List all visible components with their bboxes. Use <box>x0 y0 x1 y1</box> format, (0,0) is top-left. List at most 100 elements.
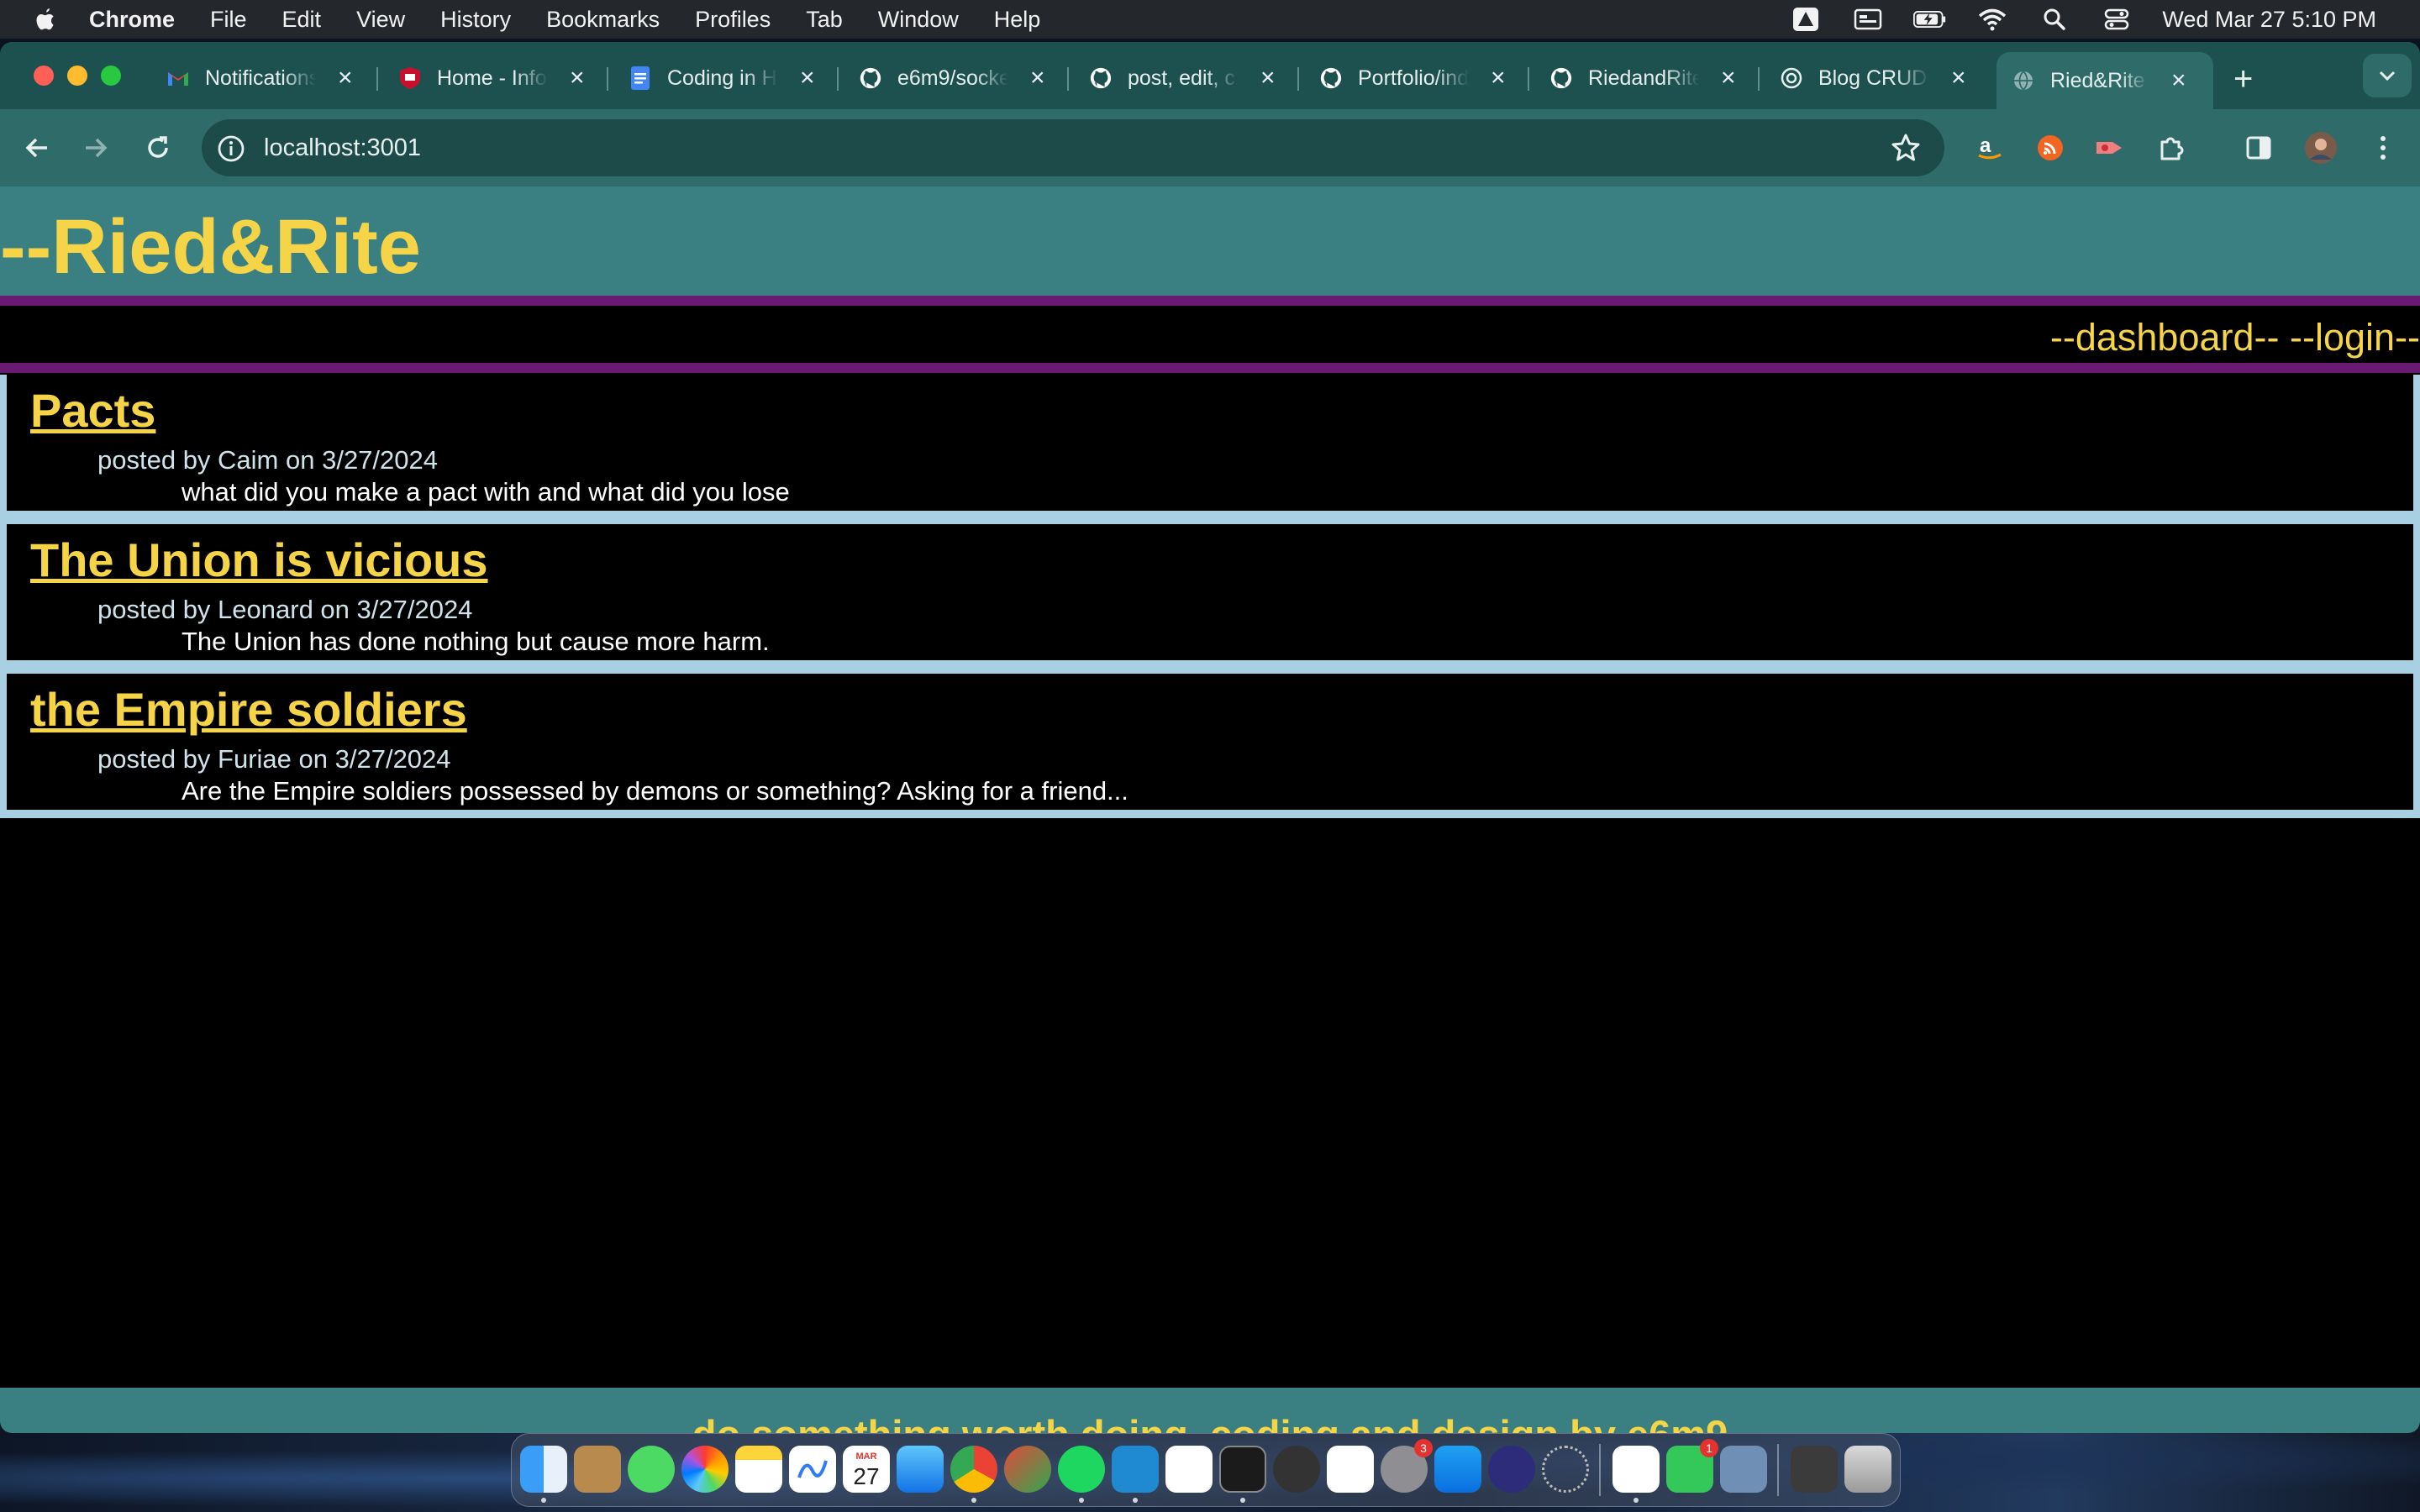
extensions-puzzle-icon[interactable] <box>2153 129 2190 166</box>
browser-toolbar: localhost:3001 a <box>0 109 2420 186</box>
new-tab-button[interactable]: + <box>2233 60 2253 98</box>
post-card: the Empire soldiers posted by Furiae on … <box>7 674 2413 810</box>
tab-github-sockets[interactable]: e6m9/sockets × <box>859 54 1045 102</box>
post-title-link[interactable]: The Union is vicious <box>30 533 488 587</box>
calendar-icon[interactable]: MAR 27 <box>843 1446 890 1493</box>
running-indicator <box>1240 1498 1245 1503</box>
game-icon[interactable] <box>1488 1446 1535 1493</box>
close-tab-icon[interactable]: × <box>338 64 353 92</box>
post-body: The Union has done nothing but cause mor… <box>182 627 770 656</box>
contacts-icon[interactable] <box>574 1446 621 1493</box>
tab-separator <box>376 67 378 91</box>
close-window-button[interactable] <box>34 66 54 86</box>
chrome-icon[interactable] <box>950 1446 997 1493</box>
wifi-icon[interactable] <box>1975 7 2009 32</box>
photos-icon[interactable] <box>681 1446 729 1493</box>
post-list: Pacts posted by Caim on 3/27/2024 what d… <box>0 375 2420 1006</box>
running-indicator <box>1079 1498 1084 1503</box>
menu-history[interactable]: History <box>440 7 511 33</box>
screen-icon[interactable] <box>1851 7 1885 32</box>
dock-separator <box>1599 1444 1601 1496</box>
mail-icon[interactable] <box>897 1446 944 1493</box>
footer-link[interactable]: do something worth doing. coding and des… <box>692 1411 1728 1433</box>
close-tab-icon[interactable]: × <box>800 64 815 92</box>
reminders-icon[interactable] <box>1327 1446 1374 1493</box>
video-extension-icon[interactable] <box>2091 129 2128 166</box>
close-tab-icon[interactable]: × <box>1030 64 1045 92</box>
spotlight-search-icon[interactable] <box>2038 7 2071 32</box>
address-bar[interactable]: localhost:3001 <box>202 119 1944 176</box>
drive-icon[interactable] <box>1789 7 1823 32</box>
close-tab-icon[interactable]: × <box>2171 66 2186 95</box>
site-nav: --dashboard-- --login-- <box>0 296 2420 373</box>
notes-icon[interactable] <box>735 1446 782 1493</box>
zoom-window-button[interactable] <box>101 66 121 86</box>
apple-menu-icon[interactable] <box>34 7 57 32</box>
side-panel-icon[interactable] <box>2240 129 2277 166</box>
site-title[interactable]: --Ried&Rite <box>0 203 421 291</box>
nav-links[interactable]: --dashboard-- --login-- <box>2050 316 2420 360</box>
tab-github-portfolio[interactable]: Portfolio/ind × <box>1319 54 1506 102</box>
facetime-badge: 1 <box>1700 1439 1718 1457</box>
tab-strip: Notifications × Home - Info × Coding in … <box>0 42 2420 109</box>
post-title-link[interactable]: the Empire soldiers <box>30 682 467 737</box>
tab-home-info[interactable]: Home - Info × <box>398 54 585 102</box>
url-text[interactable]: localhost:3001 <box>264 134 421 162</box>
amazon-extension-icon[interactable]: a <box>1971 129 2008 166</box>
menu-help[interactable]: Help <box>994 7 1041 33</box>
site-header: --Ried&Rite <box>0 186 2420 296</box>
tab-search-button[interactable] <box>2363 54 2412 97</box>
preview-icon[interactable] <box>1720 1446 1767 1493</box>
tab-coding-doc[interactable]: Coding in H × <box>629 54 815 102</box>
tab-github-post-edit[interactable]: post, edit, c × <box>1089 54 1276 102</box>
close-tab-icon[interactable]: × <box>1260 64 1276 92</box>
reload-button[interactable] <box>138 128 178 168</box>
menu-file[interactable]: File <box>210 7 247 33</box>
slack-icon[interactable] <box>1612 1446 1660 1493</box>
rss-extension-icon[interactable] <box>2032 129 2069 166</box>
back-button[interactable] <box>17 128 57 168</box>
menu-window[interactable]: Window <box>878 7 959 33</box>
close-tab-icon[interactable]: × <box>1491 64 1506 92</box>
trash-icon[interactable] <box>1844 1446 1891 1493</box>
tab-ried-rite[interactable]: Ried&Rite × <box>1996 52 2213 109</box>
tab-notifications[interactable]: Notifications × <box>166 54 353 102</box>
battery-icon[interactable] <box>1913 7 1947 32</box>
close-tab-icon[interactable]: × <box>570 64 585 92</box>
bookmark-star-icon[interactable] <box>1889 131 1923 165</box>
freeform-icon[interactable] <box>789 1446 836 1493</box>
spotify-icon[interactable] <box>1058 1446 1105 1493</box>
site-info-icon[interactable] <box>217 134 245 163</box>
obs-icon[interactable] <box>1273 1446 1320 1493</box>
downloads-stack-icon[interactable] <box>1791 1446 1838 1493</box>
loading-icon[interactable] <box>1542 1446 1589 1493</box>
terminal-icon[interactable] <box>1219 1446 1266 1493</box>
app-store-icon[interactable] <box>1434 1446 1481 1493</box>
forward-button[interactable] <box>76 128 116 168</box>
menu-edit[interactable]: Edit <box>282 7 322 33</box>
chrome-menu-icon[interactable] <box>2365 129 2402 166</box>
post-card: The Union is vicious posted by Leonard o… <box>7 524 2413 660</box>
menu-tab[interactable]: Tab <box>806 7 843 33</box>
tab-github-riedandrite[interactable]: RiedandRite × <box>1549 54 1736 102</box>
control-center-icon[interactable] <box>2100 7 2133 32</box>
git-client-icon[interactable] <box>1004 1446 1051 1493</box>
finder-icon[interactable] <box>520 1446 567 1493</box>
svg-text:a: a <box>1980 134 1991 157</box>
gmail-icon <box>166 66 190 90</box>
menu-profiles[interactable]: Profiles <box>695 7 771 33</box>
menu-view[interactable]: View <box>356 7 405 33</box>
profile-avatar[interactable] <box>2302 129 2339 166</box>
vscode-icon[interactable] <box>1112 1446 1159 1493</box>
tab-title: Portfolio/ind <box>1358 66 1469 90</box>
messages-icon[interactable] <box>628 1446 675 1493</box>
minimize-window-button[interactable] <box>67 66 87 86</box>
menu-bookmarks[interactable]: Bookmarks <box>546 7 660 33</box>
menu-app-name[interactable]: Chrome <box>89 7 175 33</box>
tab-blog-crud[interactable]: Blog CRUD × <box>1780 54 1966 102</box>
close-tab-icon[interactable]: × <box>1721 64 1736 92</box>
menu-clock[interactable]: Wed Mar 27 5:10 PM <box>2162 7 2376 33</box>
vscode-insiders-icon[interactable] <box>1165 1446 1213 1493</box>
post-title-link[interactable]: Pacts <box>30 383 155 438</box>
close-tab-icon[interactable]: × <box>1951 64 1966 92</box>
